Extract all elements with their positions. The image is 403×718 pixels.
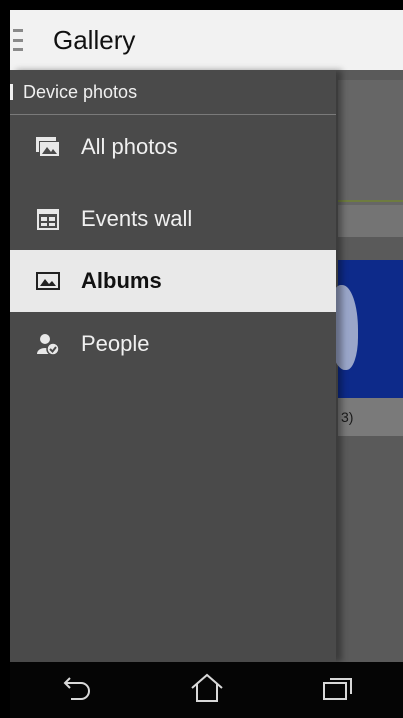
drawer-item-all-photos[interactable]: All photos xyxy=(10,116,336,178)
background-caption xyxy=(338,205,403,237)
background-thumbnail[interactable] xyxy=(338,80,403,205)
people-icon xyxy=(35,331,61,357)
recents-button[interactable] xyxy=(308,665,368,715)
section-marker xyxy=(10,84,13,100)
drawer-item-people[interactable]: People xyxy=(10,313,336,375)
home-button[interactable] xyxy=(177,665,237,715)
drawer-item-label: People xyxy=(81,331,150,356)
system-nav-bar xyxy=(10,662,403,718)
background-divider xyxy=(338,200,403,202)
app-title: Gallery xyxy=(53,24,136,55)
background-caption-text: 3) xyxy=(341,409,354,425)
app-screen: 3) Gallery Device photos All photos Even… xyxy=(10,10,403,718)
photo-icon xyxy=(35,134,61,160)
section-title: Device photos xyxy=(23,81,138,102)
menu-icon[interactable] xyxy=(13,29,31,51)
recents-icon xyxy=(321,674,355,707)
drawer-item-label: All photos xyxy=(81,134,178,159)
drawer-item-events-wall[interactable]: Events wall xyxy=(10,188,336,250)
home-icon xyxy=(189,672,225,709)
drawer-item-label: Albums xyxy=(81,268,162,293)
drawer-item-label: Events wall xyxy=(81,206,193,231)
app-bar: Gallery xyxy=(10,10,403,70)
album-icon xyxy=(35,268,61,294)
drawer-item-albums[interactable]: Albums xyxy=(10,250,336,312)
events-wall-icon xyxy=(35,206,61,232)
navigation-drawer: Device photos All photos Events wall Alb… xyxy=(10,70,336,662)
back-icon xyxy=(59,675,93,706)
back-button[interactable] xyxy=(46,665,106,715)
drawer-section-header: Device photos xyxy=(10,70,336,115)
